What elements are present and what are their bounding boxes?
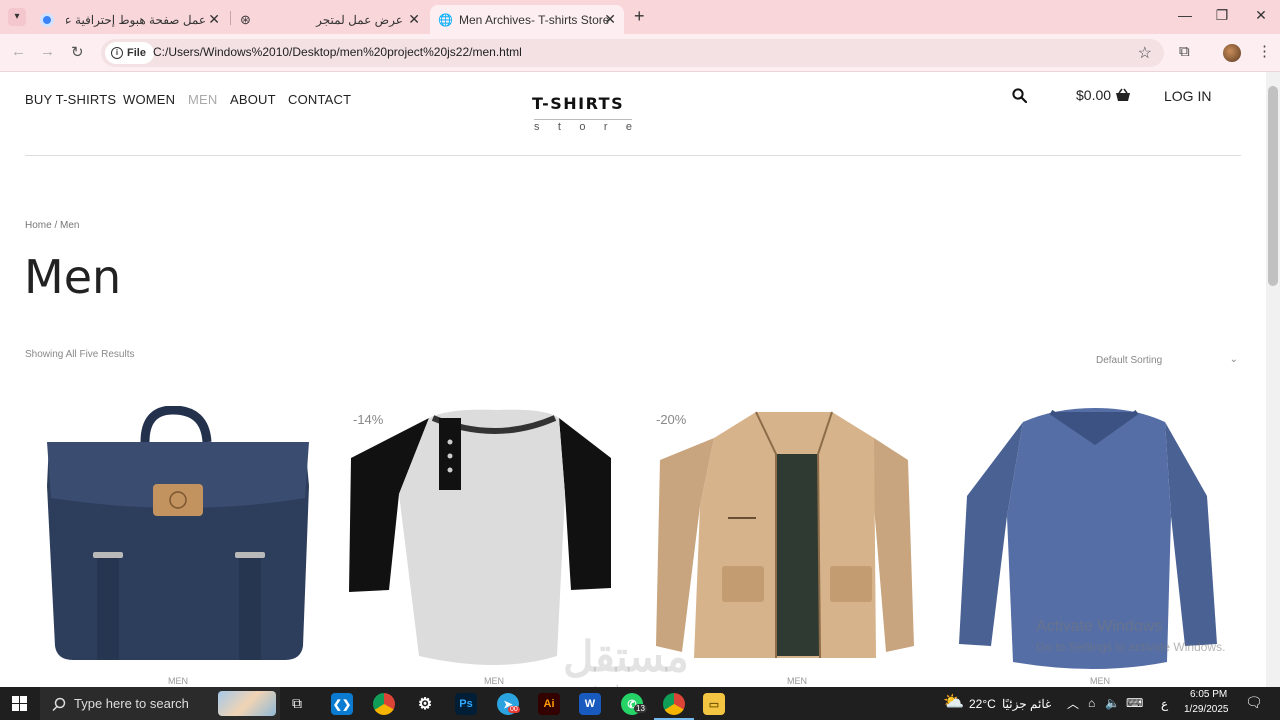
- logo-letter: o: [579, 121, 586, 133]
- sort-selected-value: Default Sorting: [1096, 355, 1163, 366]
- chrome-icon[interactable]: [373, 693, 395, 715]
- web-page: BUY T-SHIRTS WOMEN MEN ABOUT CONTACT T-S…: [0, 72, 1266, 687]
- logo-letter: e: [625, 121, 632, 133]
- cart-button[interactable]: $0.00: [1076, 87, 1131, 103]
- header-divider: [25, 155, 1241, 156]
- logo-letter: r: [603, 121, 608, 133]
- search-highlights-image: [218, 691, 276, 716]
- product-category[interactable]: MEN: [33, 676, 323, 686]
- openai-favicon-icon: ⊛: [240, 11, 251, 27]
- window-close-icon[interactable]: ✕: [1251, 7, 1271, 24]
- chevron-down-icon: ⌄: [1229, 354, 1238, 365]
- scrollbar-thumb[interactable]: [1268, 86, 1278, 286]
- url-text[interactable]: C:/Users/Windows%2010/Desktop/men%20proj…: [153, 45, 522, 59]
- site-logo-subtitle: s t o r e: [534, 119, 632, 133]
- site-logo[interactable]: T-SHIRTS: [532, 94, 624, 113]
- info-icon: i: [111, 47, 123, 59]
- activate-windows-subtitle: Go to Settings to activate Windows.: [1036, 640, 1226, 654]
- volume-icon[interactable]: 🔈: [1105, 696, 1120, 710]
- windows-taskbar: Type here to search ⧉ ❮❯ ⚙ Ps ➤ 00 Ai W …: [0, 687, 1280, 720]
- product-card[interactable]: -20% MEN: [652, 406, 942, 687]
- clock-time[interactable]: 6:05 PM: [1190, 689, 1227, 700]
- reload-icon[interactable]: ↻: [71, 43, 84, 61]
- product-category[interactable]: MEN: [652, 676, 942, 686]
- browser-tab-1[interactable]: عمل صفحة هبوط إحترافية على ... ✕: [32, 5, 228, 34]
- word-icon[interactable]: W: [579, 693, 601, 715]
- close-tab-icon[interactable]: ✕: [408, 11, 420, 28]
- results-count: Showing All Five Results: [25, 349, 135, 360]
- page-scrollbar[interactable]: [1266, 72, 1280, 687]
- forward-icon[interactable]: →: [40, 43, 55, 60]
- site-watermark-logo: مستقل: [563, 633, 689, 680]
- sort-select[interactable]: Default Sorting ⌄: [1096, 354, 1240, 366]
- clock-date[interactable]: 1/29/2025: [1184, 704, 1229, 715]
- nav-buy-tshirts[interactable]: BUY T-SHIRTS: [25, 92, 116, 107]
- product-category[interactable]: MEN: [955, 676, 1245, 686]
- product-card[interactable]: MEN: [33, 405, 323, 687]
- taskbar-search-placeholder: Type here to search: [74, 696, 189, 711]
- product-image-backpack[interactable]: [33, 405, 323, 676]
- logo-letter: t: [557, 121, 561, 133]
- chrome-active-icon[interactable]: [663, 693, 685, 715]
- whatsapp-badge: 13: [634, 704, 647, 713]
- temperature[interactable]: 22°C: [969, 697, 996, 711]
- extensions-icon[interactable]: ⧉: [1179, 43, 1190, 60]
- discount-badge: -14%: [353, 412, 384, 427]
- discount-badge: -20%: [656, 412, 687, 427]
- address-bar[interactable]: i File C:/Users/Windows%2010/Desktop/men…: [101, 39, 1164, 67]
- breadcrumb[interactable]: Home / Men: [25, 220, 79, 231]
- shopping-basket-icon: [1116, 88, 1131, 101]
- site-info-chip[interactable]: i File: [105, 42, 154, 64]
- settings-icon[interactable]: ⚙: [414, 693, 436, 715]
- close-tab-icon[interactable]: ✕: [604, 11, 616, 28]
- nav-men[interactable]: MEN: [188, 92, 218, 107]
- restore-icon[interactable]: ❐: [1212, 7, 1232, 24]
- back-icon[interactable]: ←: [11, 43, 26, 60]
- browser-toolbar: ← → ↻ i File C:/Users/Windows%2010/Deskt…: [0, 34, 1280, 72]
- file-explorer-icon[interactable]: ▭: [703, 693, 725, 715]
- new-tab-button[interactable]: +: [634, 6, 645, 27]
- browser-tab-2[interactable]: ⊛ عرض عمل لمتجر ✕: [232, 5, 428, 34]
- search-icon[interactable]: [1012, 88, 1027, 103]
- notifications-icon[interactable]: 🗨: [1245, 694, 1263, 711]
- nav-about[interactable]: ABOUT: [230, 92, 276, 107]
- activate-windows-title: Activate Windows: [1036, 618, 1163, 635]
- illustrator-icon[interactable]: Ai: [538, 693, 560, 715]
- tab-title: عمل صفحة هبوط إحترافية على ...: [66, 12, 206, 27]
- tab-title: عرض عمل لمتجر: [316, 12, 403, 27]
- page-title: Men: [24, 250, 122, 304]
- network-icon[interactable]: ⌂: [1088, 696, 1095, 710]
- close-tab-icon[interactable]: ✕: [208, 11, 220, 28]
- weather-icon[interactable]: ⛅: [943, 692, 964, 712]
- vscode-icon[interactable]: ❮❯: [331, 693, 353, 715]
- weather-text[interactable]: غائم جزئيًا: [1002, 697, 1051, 711]
- minimize-icon[interactable]: —: [1175, 7, 1195, 23]
- photoshop-icon[interactable]: Ps: [455, 693, 477, 715]
- tab-title: Men Archives- T-shirts Store: [458, 12, 609, 27]
- taskbar-search[interactable]: Type here to search: [40, 687, 280, 720]
- nav-contact[interactable]: CONTACT: [288, 92, 351, 107]
- menu-kebab-icon[interactable]: ⋮: [1257, 42, 1272, 60]
- bookmark-star-icon[interactable]: ☆: [1138, 43, 1152, 63]
- telegram-badge: 00: [508, 706, 520, 713]
- browser-tab-strip: ▾ عمل صفحة هبوط إحترافية على ... ✕ ⊛ عرض…: [0, 0, 1280, 34]
- site-favicon-icon: [40, 12, 54, 27]
- product-image-jacket[interactable]: [652, 406, 942, 676]
- logo-letter: s: [534, 121, 540, 133]
- input-language[interactable]: ع: [1161, 697, 1168, 711]
- windows-start-icon[interactable]: [12, 696, 27, 711]
- tab-divider: [230, 11, 231, 25]
- browser-tab-3[interactable]: 🌐 Men Archives- T-shirts Store ✕: [430, 5, 624, 34]
- chevron-up-icon[interactable]: ︿: [1067, 695, 1079, 712]
- tab-search-button[interactable]: ▾: [8, 8, 26, 26]
- cart-total: $0.00: [1076, 87, 1112, 103]
- keyboard-icon[interactable]: ⌨: [1126, 696, 1143, 710]
- task-view-icon[interactable]: ⧉: [292, 695, 302, 712]
- search-icon: [52, 697, 66, 711]
- globe-favicon-icon: 🌐: [438, 12, 453, 27]
- chip-label: File: [127, 47, 146, 59]
- profile-avatar[interactable]: [1223, 44, 1241, 62]
- nav-women[interactable]: WOMEN: [123, 92, 175, 107]
- login-link[interactable]: LOG IN: [1164, 88, 1211, 104]
